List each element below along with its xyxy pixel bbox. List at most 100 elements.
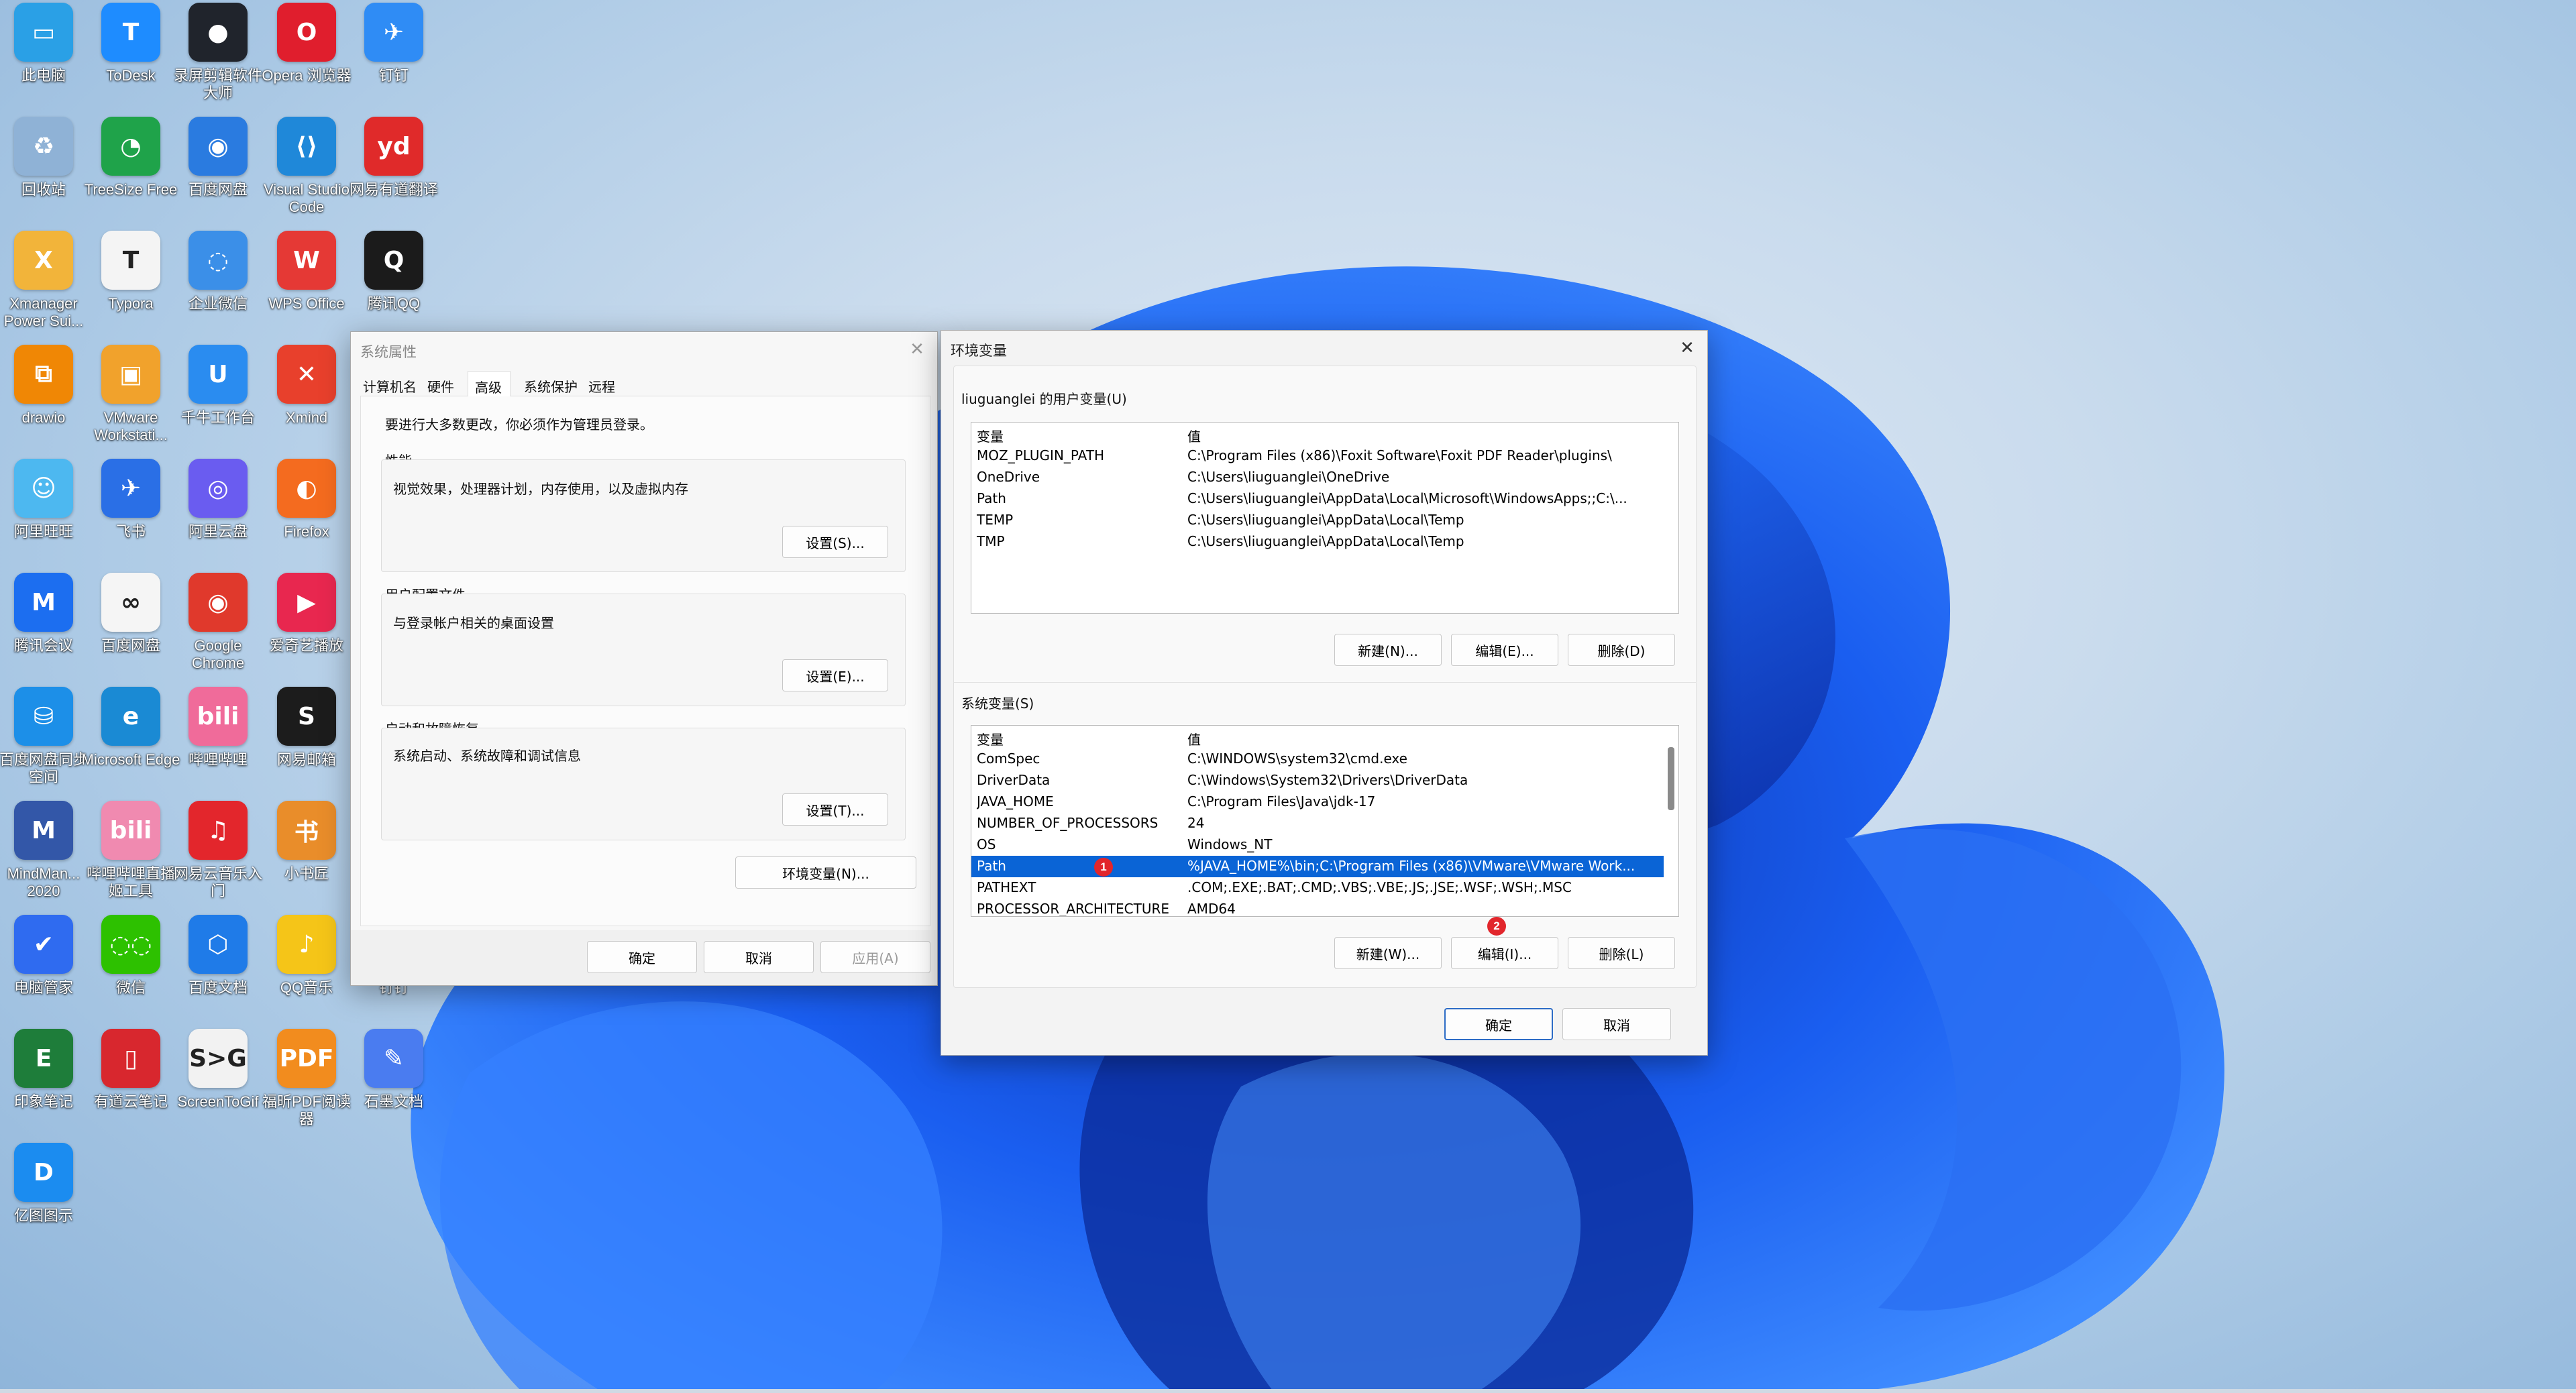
profiles-settings-button[interactable]: 设置(E)... (782, 659, 888, 691)
tab-computer-name[interactable]: 计算机名 (363, 376, 417, 396)
divider (953, 682, 1697, 683)
user-vars-list[interactable]: 变量 值 MOZ_PLUGIN_PATH C:\Program Files (x8… (971, 422, 1679, 614)
system-new-button[interactable]: 新建(W)... (1334, 937, 1442, 969)
desktop-icon[interactable]: O Opera 浏览器 (256, 0, 357, 107)
table-row[interactable]: TEMP C:\Users\liuguanglei\AppData\Local\T… (971, 510, 1678, 531)
desktop-icon[interactable]: ▣ VMware Workstati... (80, 342, 181, 449)
performance-settings-button[interactable]: 设置(S)... (782, 526, 888, 558)
desktop-icon[interactable]: ✔ 电脑管家 (0, 912, 94, 1019)
tab-system-protection[interactable]: 系统保护 (524, 376, 578, 396)
table-row[interactable]: JAVA_HOME C:\Program Files\Java\jdk-17 (971, 791, 1664, 813)
desktop-icon[interactable]: ⛁ 百度网盘同步空间 (0, 684, 94, 791)
desktop-icon[interactable]: X Xmanager Power Sui... (0, 228, 94, 335)
desktop-icon[interactable]: W WPS Office (256, 228, 357, 335)
user-edit-button[interactable]: 编辑(E)... (1451, 634, 1558, 666)
ok-button[interactable]: 确定 (587, 941, 697, 973)
variable-name: OS (977, 836, 996, 852)
desktop-icon[interactable]: ▭ 此电脑 (0, 0, 94, 107)
desktop-icon[interactable]: T Typora (80, 228, 181, 335)
user-delete-button[interactable]: 删除(D) (1568, 634, 1675, 666)
desktop-icon[interactable]: ✈ 飞书 (80, 456, 181, 563)
desktop-icon[interactable]: bili 哔哩哔哩 (168, 684, 268, 791)
ok-button[interactable]: 确定 (1444, 1008, 1553, 1040)
table-row[interactable]: PATHEXT .COM;.EXE;.BAT;.CMD;.VBS;.VBE;.JS… (971, 877, 1664, 899)
tab-hardware[interactable]: 硬件 (427, 376, 454, 396)
desktop-icon[interactable]: bili 哔哩哔哩直播姬工具 (80, 798, 181, 905)
desktop-icon[interactable]: S>G ScreenToGif (168, 1026, 268, 1133)
desktop-icon[interactable]: ⬡ 百度文档 (168, 912, 268, 1019)
cancel-button[interactable]: 取消 (1562, 1008, 1671, 1040)
desktop-icon-label: Xmind (285, 409, 328, 426)
system-vars-list[interactable]: 变量 值 ComSpec C:\WINDOWS\system32\cmd.exe D… (971, 725, 1679, 917)
desktop-icon[interactable]: ◉ Google Chrome (168, 570, 268, 677)
desktop-icon-label: 阿里云盘 (188, 523, 248, 540)
user-new-button[interactable]: 新建(N)... (1334, 634, 1442, 666)
close-icon[interactable]: ✕ (904, 336, 930, 363)
desktop-icon[interactable]: ✎ 石墨文档 (343, 1026, 444, 1133)
desktop-icon-label: 石墨文档 (364, 1093, 423, 1110)
tab-remote[interactable]: 远程 (588, 376, 615, 396)
desktop-icon[interactable]: ▯ 有道云笔记 (80, 1026, 181, 1133)
table-row[interactable]: Path %JAVA_HOME%\bin;C:\Program Files (x8… (971, 856, 1664, 877)
environment-variables-window: 环境变量 ✕ liuguanglei 的用户变量(U) 变量 值 MOZ_PLU… (941, 330, 1708, 1056)
system-delete-button[interactable]: 删除(L) (1568, 937, 1675, 969)
variable-value: C:\Program Files\Java\jdk-17 (1187, 793, 1376, 810)
desktop-icon[interactable]: ⟨⟩ Visual Studio Code (256, 114, 357, 221)
close-icon[interactable]: ✕ (1674, 335, 1701, 361)
table-row[interactable]: OneDrive C:\Users\liuguanglei\OneDrive (971, 467, 1678, 488)
desktop-icon[interactable]: E 印象笔记 (0, 1026, 94, 1133)
tab-advanced[interactable]: 高级 (468, 371, 511, 397)
apply-button[interactable]: 应用(A) (820, 941, 930, 973)
desktop-icon[interactable]: ∞ 百度网盘 (80, 570, 181, 677)
desktop-icon[interactable]: ♪ QQ音乐 (256, 912, 357, 1019)
desktop-icon[interactable]: S 网易邮箱 (256, 684, 357, 791)
desktop-icon[interactable]: PDF 福昕PDF阅读器 (256, 1026, 357, 1133)
desktop-icon[interactable]: ⧉ drawio (0, 342, 94, 449)
desktop-icon[interactable]: ✕ Xmind (256, 342, 357, 449)
step-badge-2: 2 (1487, 917, 1506, 936)
table-row[interactable]: MOZ_PLUGIN_PATH C:\Program Files (x86)\Fo… (971, 445, 1678, 467)
system-vars-scrollbar[interactable] (1668, 747, 1674, 810)
table-row[interactable]: NUMBER_OF_PROCESSORS 24 (971, 813, 1664, 834)
variable-value: AMD64 (1187, 901, 1236, 917)
edit-doc-icon: ✎ (364, 1029, 423, 1088)
desktop-icon[interactable]: ● 录屏剪辑软件大师 (168, 0, 268, 107)
desktop-icon-label: 企业微信 (188, 295, 248, 312)
desktop-icon[interactable]: T ToDesk (80, 0, 181, 107)
desktop-icon[interactable]: Q 腾讯QQ (343, 228, 444, 335)
desktop-icon[interactable]: yd 网易有道翻译 (343, 114, 444, 221)
desktop-icon-label: 腾讯会议 (13, 637, 73, 654)
desktop-icon[interactable]: e Microsoft Edge (80, 684, 181, 791)
desktop-icon[interactable]: M MindMan... 2020 (0, 798, 94, 905)
desktop-icon[interactable]: D 亿图图示 (0, 1140, 94, 1247)
environment-variables-button[interactable]: 环境变量(N)... (735, 856, 916, 889)
system-edit-button[interactable]: 编辑(I)... (1451, 937, 1558, 969)
desktop-icon[interactable]: ♻ 回收站 (0, 114, 94, 221)
edge-icon: e (101, 687, 160, 746)
desktop-icon[interactable]: ▶ 爱奇艺播放 (256, 570, 357, 677)
cancel-button[interactable]: 取消 (704, 941, 814, 973)
col-variable-header: 变量 (977, 732, 1004, 748)
table-row[interactable]: DriverData C:\Windows\System32\Drivers\Dr… (971, 770, 1664, 791)
desktop-icon[interactable]: ♫ 网易云音乐入门 (168, 798, 268, 905)
table-row[interactable]: Path C:\Users\liuguanglei\AppData\Local\M… (971, 488, 1678, 510)
desktop-icon[interactable]: ◐ Firefox (256, 456, 357, 563)
variable-name: DriverData (977, 772, 1051, 788)
startup-settings-button[interactable]: 设置(T)... (782, 793, 888, 826)
desktop-icon[interactable]: ◎ 阿里云盘 (168, 456, 268, 563)
desktop-icon[interactable]: 书小书匠 (256, 798, 357, 905)
desktop-icon[interactable]: ◔ TreeSize Free (80, 114, 181, 221)
desktop-icon[interactable]: ☺ 阿里旺旺 (0, 456, 94, 563)
desktop-icon[interactable]: ✈ 钉钉 (343, 0, 444, 107)
desktop-icon[interactable]: ◌ 企业微信 (168, 228, 268, 335)
table-row[interactable]: OS Windows_NT (971, 834, 1664, 856)
table-row[interactable]: ComSpec C:\WINDOWS\system32\cmd.exe (971, 748, 1664, 770)
desktop-icon[interactable]: M 腾讯会议 (0, 570, 94, 677)
desktop-icon[interactable]: ◉ 百度网盘 (168, 114, 268, 221)
desktop-icon[interactable]: ◌◌ 微信 (80, 912, 181, 1019)
variable-name: NUMBER_OF_PROCESSORS (977, 815, 1159, 831)
desktop-icon[interactable]: U 千牛工作台 (168, 342, 268, 449)
table-row[interactable]: PROCESSOR_ARCHITECTURE AMD64 (971, 899, 1664, 917)
qqmusic-icon: ♪ (277, 915, 336, 974)
table-row[interactable]: TMP C:\Users\liuguanglei\AppData\Local\Te… (971, 531, 1678, 553)
